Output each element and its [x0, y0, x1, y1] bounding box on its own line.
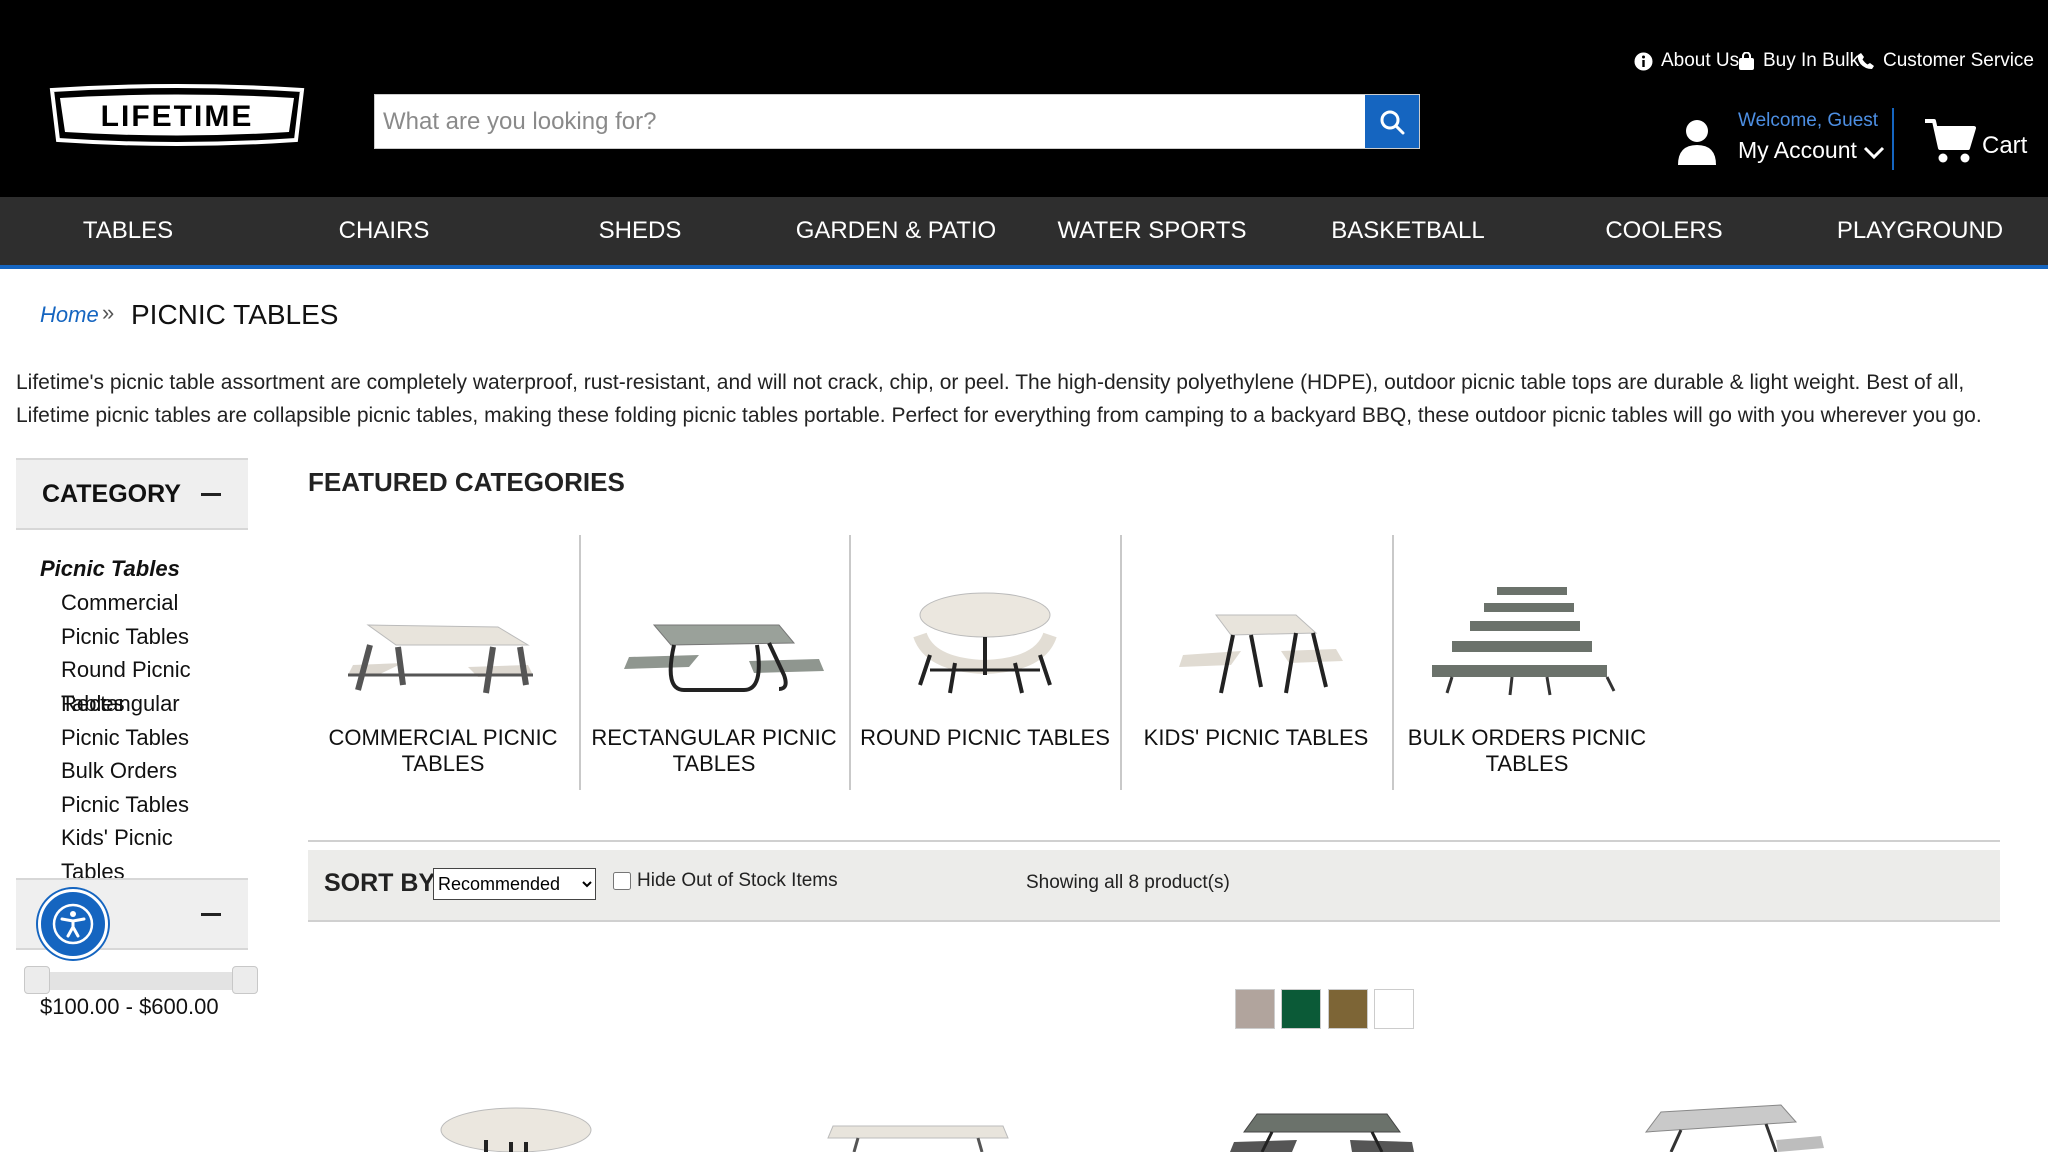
price-slider-max-handle[interactable] [232, 966, 258, 994]
featured-label: RECTANGULAR PICNIC TABLES [591, 725, 837, 776]
featured-label: BULK ORDERS PICNIC TABLES [1407, 725, 1647, 776]
collapse-icon[interactable] [201, 493, 221, 496]
bulk-orders-picnic-tables-image [1432, 587, 1616, 696]
hide-out-of-stock-toggle[interactable]: Hide Out of Stock Items [613, 870, 838, 892]
hide-out-of-stock-checkbox[interactable] [613, 872, 631, 890]
cart-link[interactable]: Cart [1924, 118, 2027, 164]
search-icon [1380, 110, 1405, 134]
header-divider [1892, 108, 1894, 170]
breadcrumb-separator: » [102, 300, 115, 325]
hide-out-of-stock-label: Hide Out of Stock Items [637, 870, 838, 891]
product-image-round-table[interactable] [416, 1100, 616, 1152]
user-icon[interactable] [1676, 118, 1718, 166]
sort-toolbar: SORT BY: Recommended Hide Out of Stock I… [308, 850, 2000, 922]
my-account-dropdown[interactable]: My Account [1738, 137, 1885, 164]
cart-icon [1925, 119, 1976, 163]
category-link-bulk[interactable]: Bulk Orders Picnic Tables [61, 754, 241, 821]
featured-bulk-orders-picnic-tables[interactable]: BULK ORDERS PICNIC TABLES [1392, 535, 1662, 790]
site-header: LIFETIME About Us Buy In Bulk Customer S… [0, 0, 2048, 197]
phone-icon [1857, 53, 1874, 69]
breadcrumb-home[interactable]: Home [40, 302, 99, 328]
sort-select[interactable]: Recommended [433, 868, 596, 900]
lifetime-logo[interactable]: LIFETIME [46, 84, 308, 146]
about-us-label: About Us [1661, 50, 1740, 71]
search-bar [374, 94, 1420, 149]
my-account-label: My Account [1738, 137, 1857, 163]
nav-chairs[interactable]: CHAIRS [256, 197, 512, 265]
product-image-folding-table[interactable] [1222, 1100, 1422, 1152]
nav-playground[interactable]: PLAYGROUND [1792, 197, 2048, 265]
buy-in-bulk-label: Buy In Bulk [1763, 50, 1860, 71]
nav-sheds[interactable]: SHEDS [512, 197, 768, 265]
category-description: Lifetime's picnic table assortment are c… [16, 371, 1982, 427]
nav-basketball[interactable]: BASKETBALL [1280, 197, 1536, 265]
accessibility-button[interactable] [38, 889, 108, 959]
search-button[interactable] [1365, 95, 1419, 148]
kids-picnic-table-image [1179, 614, 1343, 694]
nav-water-sports[interactable]: WATER SPORTS [1024, 197, 1280, 265]
product-count: Showing all 8 product(s) [1026, 872, 1230, 893]
category-parent[interactable]: Picnic Tables [40, 556, 180, 582]
featured-label: KIDS' PICNIC TABLES [1143, 725, 1369, 750]
product-image-rectangular-table[interactable] [818, 1100, 1018, 1152]
sort-divider [308, 840, 2000, 842]
commercial-picnic-table-image [348, 624, 533, 694]
price-range-text: $100.00 - $600.00 [40, 994, 219, 1019]
customer-service-label: Customer Service [1883, 50, 2034, 71]
color-swatch-white[interactable] [1374, 989, 1414, 1029]
price-slider-track[interactable] [28, 972, 258, 990]
shopping-bag-icon [1739, 51, 1754, 70]
nav-tables[interactable]: TABLES [0, 197, 256, 265]
accessibility-icon [52, 903, 94, 945]
category-filter-header[interactable]: CATEGORY [16, 458, 248, 530]
featured-label: ROUND PICNIC TABLES [860, 725, 1110, 750]
color-swatch-brown[interactable] [1328, 989, 1368, 1029]
chevron-down-icon [1863, 146, 1884, 159]
logo-text: LIFETIME [101, 100, 254, 133]
sort-label: SORT BY: [324, 869, 442, 897]
search-input[interactable] [375, 95, 1365, 148]
product-image-commercial-table[interactable] [1626, 1100, 1826, 1152]
category-filter-title: CATEGORY [42, 480, 181, 508]
customer-service-link[interactable]: Customer Service [1857, 50, 2034, 72]
main-nav: TABLES CHAIRS SHEDS GARDEN & PATIO WATER… [0, 197, 2048, 269]
color-swatch-green[interactable] [1281, 989, 1321, 1029]
featured-rectangular-picnic-tables[interactable]: RECTANGULAR PICNIC TABLES [579, 535, 849, 790]
price-slider-min-handle[interactable] [24, 966, 50, 994]
buy-in-bulk-link[interactable]: Buy In Bulk [1738, 50, 1859, 72]
featured-categories-title: FEATURED CATEGORIES [308, 467, 625, 497]
featured-commercial-picnic-tables[interactable]: COMMERCIAL PICNIC TABLES [308, 535, 578, 790]
featured-kids-picnic-tables[interactable]: KIDS' PICNIC TABLES [1121, 535, 1391, 790]
nav-coolers[interactable]: COOLERS [1536, 197, 1792, 265]
page-title: PICNIC TABLES [131, 299, 339, 330]
category-link-commercial[interactable]: Commercial Picnic Tables [61, 586, 241, 653]
rectangular-picnic-table-image [624, 624, 824, 692]
nav-garden-patio[interactable]: GARDEN & PATIO [768, 197, 1024, 265]
about-us-link[interactable]: About Us [1634, 50, 1739, 72]
category-link-rectangular[interactable]: Rectangular Picnic Tables [61, 687, 241, 754]
collapse-icon[interactable] [201, 913, 221, 916]
welcome-text: Welcome, Guest [1738, 110, 1879, 131]
color-swatch-tan[interactable] [1235, 989, 1275, 1029]
featured-round-picnic-tables[interactable]: ROUND PICNIC TABLES [850, 535, 1120, 790]
cart-label: Cart [1982, 132, 2028, 159]
featured-label: COMMERCIAL PICNIC TABLES [328, 725, 558, 776]
info-icon [1634, 52, 1653, 70]
round-picnic-table-image [913, 592, 1057, 694]
